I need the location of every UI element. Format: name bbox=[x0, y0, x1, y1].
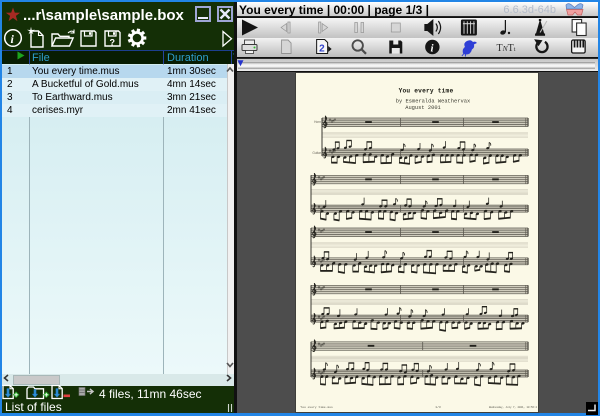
svg-text:You every time: You every time bbox=[398, 87, 453, 94]
svg-text:by Esmeralda Weathervax: by Esmeralda Weathervax bbox=[395, 98, 469, 104]
svg-text:Horn: Horn bbox=[314, 120, 321, 124]
svg-text:You every time.mus: You every time.mus bbox=[300, 404, 333, 408]
svg-text:August 2001: August 2001 bbox=[405, 104, 441, 110]
svg-text:Wednesday, July 7, 2021, 10:56: Wednesday, July 7, 2021, 10:56:2 bbox=[488, 405, 537, 408]
svg-text:Guitar: Guitar bbox=[312, 151, 322, 155]
svg-text:1/3: 1/3 bbox=[435, 404, 441, 408]
